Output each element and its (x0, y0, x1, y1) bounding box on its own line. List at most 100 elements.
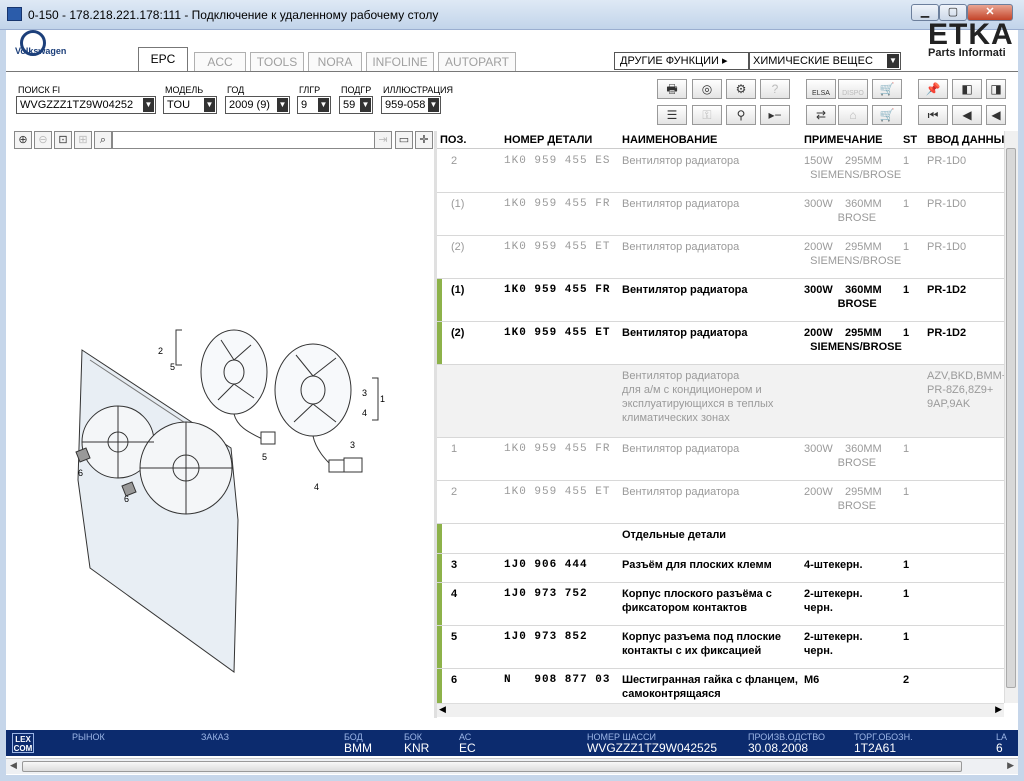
zoom-out-icon[interactable]: ⊖ (34, 131, 52, 149)
row-st: 1 (903, 198, 910, 210)
row-name: Вентилятор радиатора (622, 284, 748, 296)
next-book-icon[interactable]: ◨ (986, 79, 1006, 99)
zoom-window-icon[interactable]: ⊞ (74, 131, 92, 149)
chassis-value: WVGZZZ1TZ9W042525 (587, 741, 718, 755)
parts-table-header: ПОЗ. НОМЕР ДЕТАЛИ НАИМЕНОВАНИЕ ПРИМЕЧАНИ… (437, 131, 1012, 149)
parts-icon[interactable]: ⚙ (726, 79, 756, 99)
chevron-down-icon: ▼ (428, 98, 439, 112)
table-row[interactable]: (1) 1K0 959 455 FR Вентилятор радиатора 300… (437, 279, 1004, 322)
market-label: РЫНОК (72, 732, 105, 742)
tab-autopart[interactable]: AUTOPART (438, 52, 516, 72)
chemicals-select[interactable]: ХИМИЧЕСКИЕ ВЕЩЕС ▼ (749, 52, 901, 70)
magnifier-icon[interactable]: ⌕ (94, 131, 112, 149)
key-icon[interactable]: ⚿ (692, 105, 722, 125)
row-note: 300W 360MM BROSE (804, 198, 882, 224)
row-note: 2-штекерн. черн. (804, 588, 863, 614)
scroll-left-icon[interactable]: ◀ (10, 760, 17, 771)
col-note[interactable]: ПРИМЕЧАНИЕ (804, 134, 883, 146)
tab-epc[interactable]: EPC (138, 47, 188, 72)
main-group-select[interactable]: 9 ▼ (297, 96, 331, 114)
col-st[interactable]: ST (903, 134, 917, 146)
callout-label: 2 (158, 346, 163, 356)
export-icon[interactable]: ⇥ (374, 131, 392, 149)
cart-icon[interactable]: 🛒 (872, 105, 902, 125)
play-minus-icon[interactable]: ▸− (760, 105, 790, 125)
row-part-number: N 908 877 03 (504, 674, 611, 686)
illustration-label: ИЛЛЮСТРАЦИЯ (383, 85, 454, 95)
list-icon[interactable]: ☰ (657, 105, 687, 125)
scroll-right-icon[interactable]: ▶ (1007, 760, 1014, 771)
row-st: 1 (903, 284, 910, 296)
tab-nora[interactable]: NORA (308, 52, 362, 72)
parts-illustration[interactable]: 2 5 3 1 4 5 3 4 6 6 (6, 150, 434, 718)
table-horizontal-scrollbar[interactable]: ◀ ▶ (437, 703, 1004, 717)
col-pos[interactable]: ПОЗ. (440, 134, 466, 146)
row-pos: 4 (451, 588, 458, 600)
row-name: Отдельные детали (622, 529, 727, 541)
row-input: PR-1D0 (927, 198, 967, 210)
tab-tools[interactable]: TOOLS (250, 52, 304, 72)
col-name[interactable]: НАИМЕНОВАНИЕ (622, 134, 717, 146)
model-select[interactable]: TOU ▼ (163, 96, 217, 114)
lexcom-logo: LEX COM (12, 733, 34, 753)
print-icon[interactable]: 🖶 (657, 79, 687, 99)
year-select[interactable]: 2009 (9) ▼ (225, 96, 290, 114)
pin-icon[interactable]: 📌 (918, 79, 948, 99)
table-row[interactable]: 1 1K0 959 455 FR Вентилятор радиатора 300W … (437, 438, 1004, 481)
zoom-fit-icon[interactable]: ⊡ (54, 131, 72, 149)
table-row[interactable]: (2) 1K0 959 455 ET Вентилятор радиатора 200… (437, 236, 1004, 279)
engine-value: BMM (344, 741, 372, 755)
help-icon[interactable]: ? (760, 79, 790, 99)
split-icon[interactable]: ✛ (415, 131, 433, 149)
previous-icon[interactable]: ◀ (952, 105, 982, 125)
row-part-number: 1K0 959 455 ES (504, 155, 611, 167)
col-input[interactable]: ВВОД ДАННЫХ (927, 134, 1012, 146)
table-row[interactable]: Отдельные детали (437, 524, 1004, 554)
layout-icon[interactable]: ▭ (395, 131, 413, 149)
chevron-down-icon: ▼ (277, 98, 288, 112)
dispo-button[interactable]: DISPO (838, 79, 868, 99)
col-part-number[interactable]: НОМЕР ДЕТАЛИ (504, 134, 592, 146)
row-pos: 6 (451, 674, 458, 686)
table-row[interactable]: 4 1J0 973 752 Корпус плоского разъёма с фи… (437, 583, 1004, 626)
table-row[interactable]: (1) 1K0 959 455 FR Вентилятор радиатора 300… (437, 193, 1004, 236)
stock-icon[interactable]: ⌂ (838, 105, 868, 125)
first-icon[interactable]: ⏮ (918, 105, 948, 125)
horizontal-scroll-thumb[interactable] (22, 761, 962, 772)
row-st: 2 (903, 674, 910, 686)
table-row[interactable]: Вентилятор радиатора для а/м с кондицион… (437, 365, 1004, 438)
tab-infoline[interactable]: INFOLINE (366, 52, 434, 72)
cart-add-icon[interactable]: 🛒 (872, 79, 902, 99)
table-row[interactable]: 5 1J0 973 852 Корпус разъема под плоские к… (437, 626, 1004, 669)
elsa-button[interactable]: ELSA (806, 79, 836, 99)
scroll-right-icon[interactable]: ▶ (995, 704, 1002, 715)
row-st: 1 (903, 327, 910, 339)
chevron-down-icon: ▼ (143, 98, 154, 112)
other-functions-menu[interactable]: ДРУГИЕ ФУНКЦИИ ▸ (614, 52, 749, 70)
table-row[interactable]: 2 1K0 959 455 ES Вентилятор радиатора 150W … (437, 150, 1004, 193)
illustration-toolbar: ⊕ ⊖ ⊡ ⊞ ⌕ ⇥ ▭ ✛ (14, 131, 433, 149)
fi-search-input[interactable]: WVGZZZ1TZ9W04252 ▼ (16, 96, 156, 114)
vertical-scroll-thumb[interactable] (1006, 148, 1016, 688)
zoom-in-icon[interactable]: ⊕ (14, 131, 32, 149)
scroll-left-icon[interactable]: ◀ (439, 704, 446, 715)
row-part-number: 1K0 959 455 FR (504, 443, 611, 455)
sub-group-select[interactable]: 59 ▼ (339, 96, 373, 114)
table-row[interactable]: 2 1K0 959 455 ET Вентилятор радиатора 200W … (437, 481, 1004, 524)
prev-book-icon[interactable]: ◧ (952, 79, 982, 99)
row-part-number: 1K0 959 455 FR (504, 198, 611, 210)
illustration-search-input[interactable] (112, 131, 380, 149)
fi-value: WVGZZZ1TZ9W04252 (20, 99, 134, 111)
transfer-icon[interactable]: ⇄ (806, 105, 836, 125)
row-input: PR-1D0 (927, 241, 967, 253)
table-row[interactable]: (2) 1K0 959 455 ET Вентилятор радиатора 200… (437, 322, 1004, 365)
sub-group-value: 59 (343, 99, 356, 111)
table-row[interactable]: 6 N 908 877 03 Шестигранная гайка с фланце… (437, 669, 1004, 703)
table-row[interactable]: 3 1J0 906 444 Разъём для плоских клемм 4-шт… (437, 554, 1004, 583)
chevron-down-icon: ▼ (204, 98, 215, 112)
next-icon[interactable]: ◀ (986, 105, 1006, 125)
illustration-select[interactable]: 959-058 ▼ (381, 96, 441, 114)
cd-icon[interactable]: ◎ (692, 79, 722, 99)
bike-icon[interactable]: ⚲ (726, 105, 756, 125)
tab-acc[interactable]: ACC (194, 52, 246, 72)
